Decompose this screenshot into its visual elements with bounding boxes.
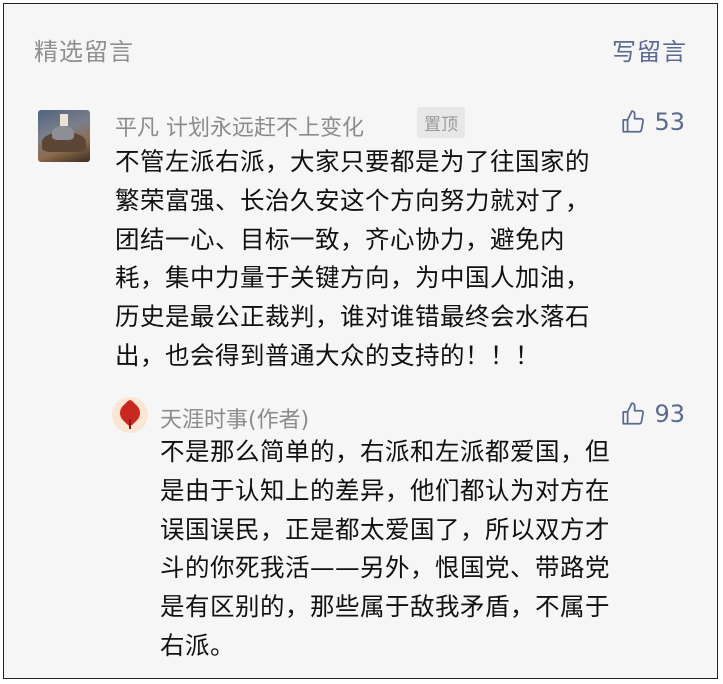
reply-line: 是由于认知上的差异，他们都认为对方在 <box>160 475 610 505</box>
featured-comments-title: 精选留言 <box>34 38 134 66</box>
reply-like-count: 93 <box>654 400 685 428</box>
reply-line: 斗的你死我活——另外，恨国党、带路党 <box>160 553 610 583</box>
like-count: 53 <box>654 108 685 136</box>
comment-line: 耗，集中力量于关键方向，为中国人加油， <box>115 263 590 293</box>
thumbs-up-icon <box>622 110 645 133</box>
comment-line: 繁荣富强、长治久安这个方向努力就对了， <box>115 185 590 215</box>
comment-body: 不管左派右派，大家只要都是为了往国家的 繁荣富强、长治久安这个方向努力就对了， … <box>115 143 705 376</box>
author-avatar[interactable] <box>112 397 148 433</box>
reply-line: 误国误民，正是都太爱国了，所以双方才 <box>160 514 610 544</box>
avatar[interactable] <box>38 110 90 162</box>
comment-author[interactable]: 平凡 计划永远赶不上变化 <box>115 110 364 142</box>
comment-line: 历史是最公正裁判，谁对谁错最终会水落石 <box>115 302 590 332</box>
reply-line: 不是那么简单的，右派和左派都爱国，但 <box>160 437 610 466</box>
comment-line: 不管左派右派，大家只要都是为了往国家的 <box>115 147 590 176</box>
like-button[interactable]: 53 <box>620 108 685 136</box>
reply-line: 是有区别的，那些属于敌我矛盾，不属于 <box>160 592 610 622</box>
reply-author[interactable]: 天涯时事(作者) <box>160 402 309 434</box>
pinned-badge: 置顶 <box>417 107 465 138</box>
thumbs-up-icon <box>622 402 645 425</box>
reply-body: 不是那么简单的，右派和左派都爱国，但 是由于认知上的差异，他们都认为对方在 误国… <box>160 433 705 666</box>
reply-line: 右派。 <box>160 630 235 660</box>
write-comment-button[interactable]: 写留言 <box>612 32 687 67</box>
comment-line: 团结一心、目标一致，齐心协力，避免内 <box>115 224 565 254</box>
reply-like-button[interactable]: 93 <box>620 400 685 428</box>
comments-header: 精选留言 写留言 <box>4 4 717 90</box>
comments-panel: 精选留言 写留言 平凡 计划永远赶不上变化 置顶 53 不管左派右派，大家只要都… <box>3 3 718 679</box>
comment-line: 出，也会得到普通大众的支持的！！！ <box>115 340 540 370</box>
